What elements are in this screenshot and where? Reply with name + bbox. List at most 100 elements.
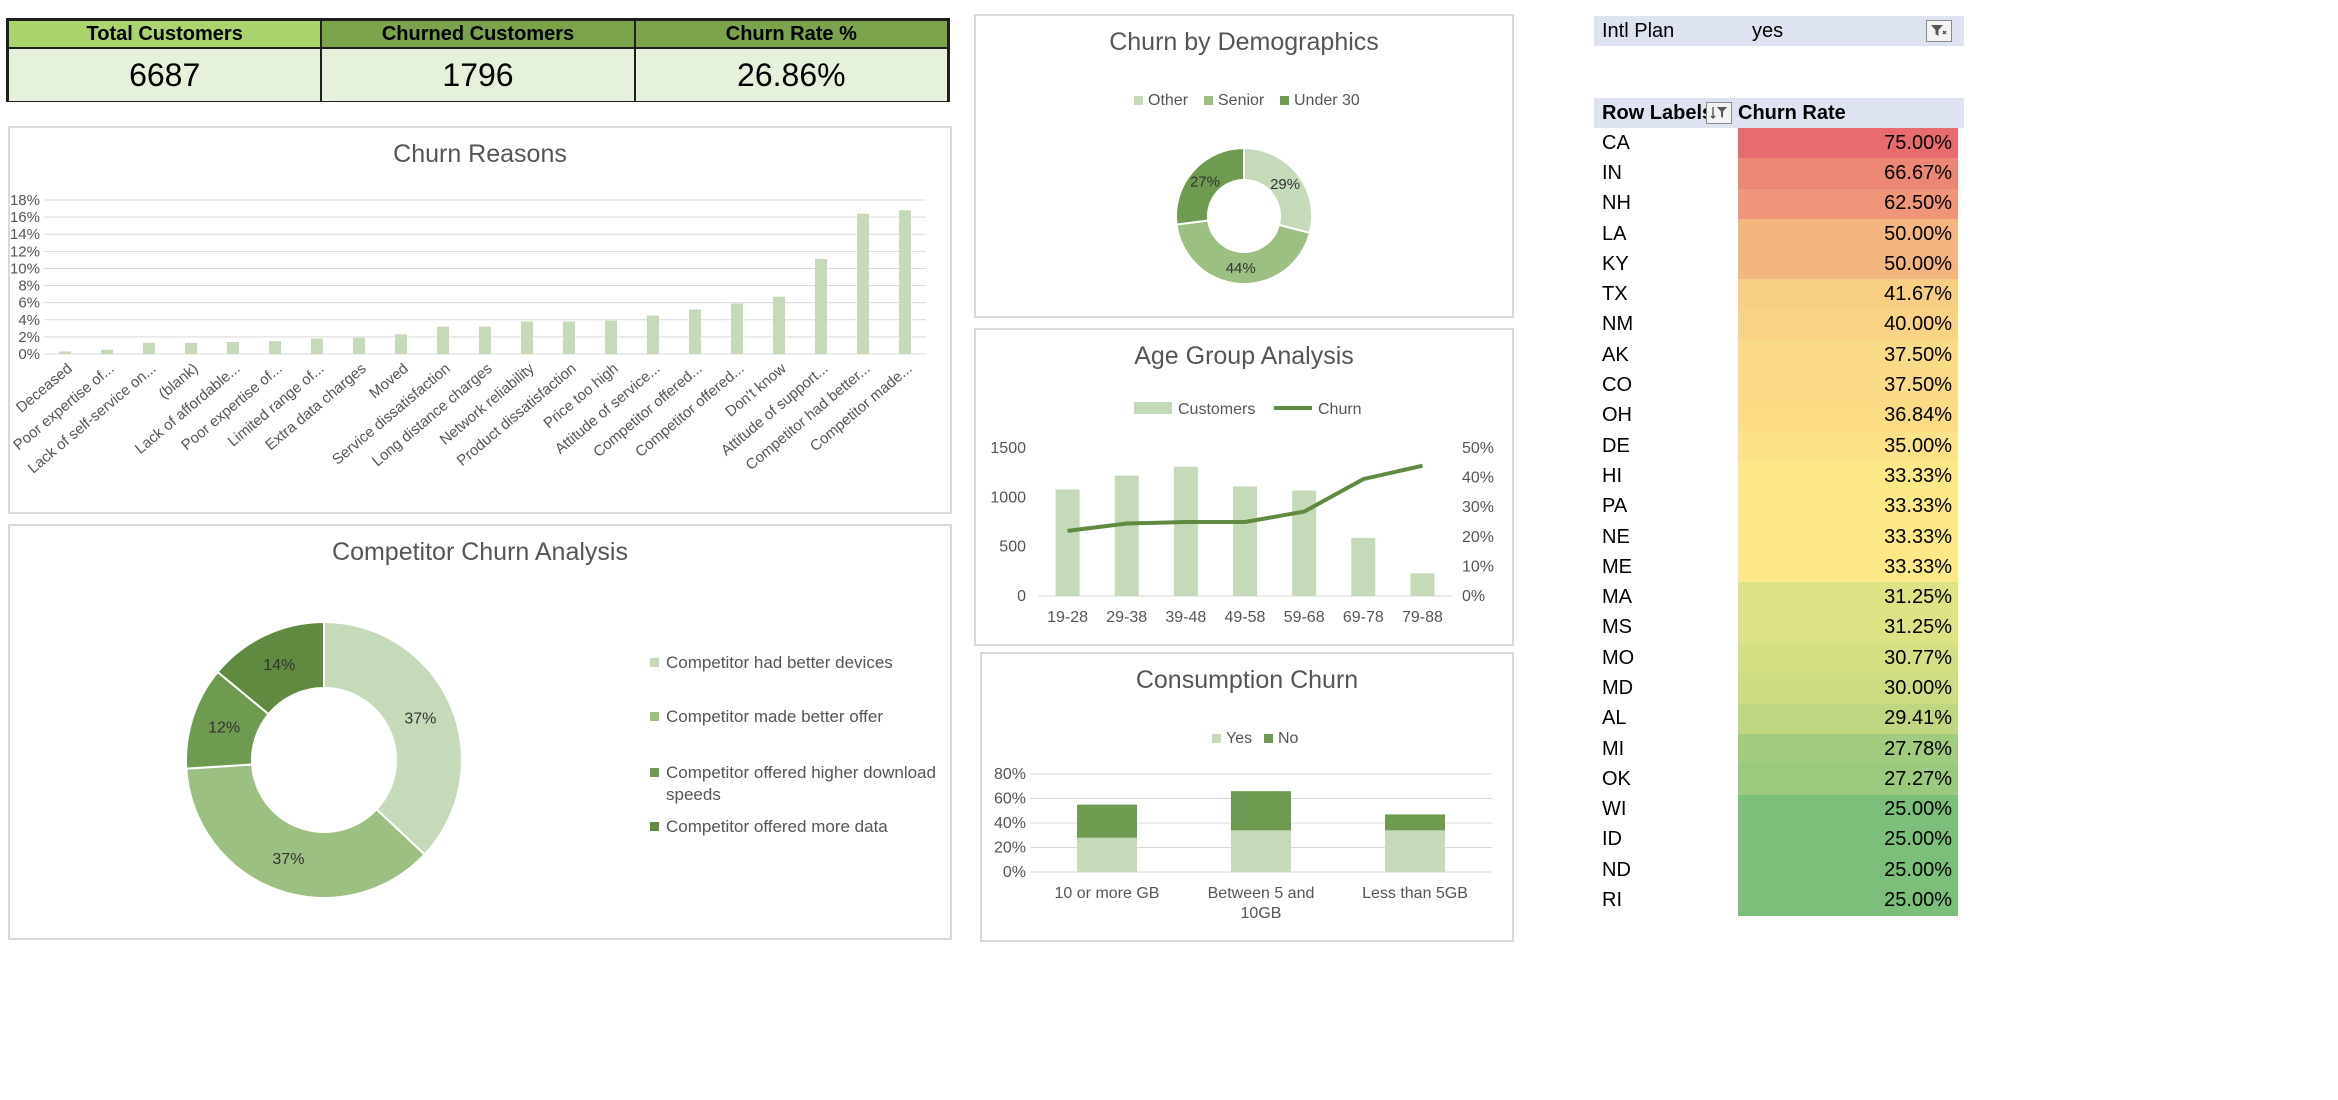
age-group-bars bbox=[1055, 466, 1435, 596]
pivot-row[interactable]: NM 40.00% bbox=[1594, 309, 1964, 341]
pivot-churn-rate-value[interactable]: 33.33% bbox=[1738, 552, 1958, 583]
pivot-row[interactable]: RI 25.00% bbox=[1594, 885, 1964, 916]
pivot-state-label[interactable]: KY bbox=[1594, 249, 1738, 279]
pivot-state-label[interactable]: NM bbox=[1594, 310, 1738, 340]
competitor-churn-chart[interactable]: Competitor Churn Analysis 37% 37% 12% 14% C… bbox=[8, 524, 952, 940]
pivot-row[interactable]: CA 75.00% bbox=[1594, 128, 1964, 159]
pivot-state-label[interactable]: ME bbox=[1594, 552, 1738, 582]
age-customers-bar bbox=[1055, 489, 1080, 596]
pivot-state-label[interactable]: OH bbox=[1594, 401, 1738, 431]
consumption-yes-bar bbox=[1385, 830, 1445, 872]
pivot-row[interactable]: AL 29.41% bbox=[1594, 703, 1964, 734]
sort-filter-icon[interactable] bbox=[1706, 102, 1732, 124]
pivot-row[interactable]: TX 41.67% bbox=[1594, 279, 1964, 310]
pivot-row[interactable]: AK 37.50% bbox=[1594, 340, 1964, 371]
filter-value[interactable]: yes bbox=[1752, 20, 1783, 43]
pivot-churn-rate-value[interactable]: 30.77% bbox=[1738, 643, 1958, 674]
pivot-churn-rate-value[interactable]: 33.33% bbox=[1738, 521, 1958, 553]
churn-rate-header[interactable]: Churn Rate bbox=[1734, 102, 1846, 125]
age-legend-customers-swatch bbox=[1134, 402, 1172, 414]
pivot-row[interactable]: OK 27.27% bbox=[1594, 764, 1964, 795]
pivot-state-label[interactable]: DE bbox=[1594, 431, 1738, 461]
pivot-state-label[interactable]: MA bbox=[1594, 582, 1738, 612]
pivot-state-label[interactable]: AL bbox=[1594, 704, 1738, 734]
pivot-churn-rate-value[interactable]: 62.50% bbox=[1738, 188, 1958, 219]
pivot-row[interactable]: MD 30.00% bbox=[1594, 673, 1964, 704]
kpi-header-total-customers[interactable]: Total Customers bbox=[9, 21, 323, 47]
pivot-row[interactable]: ND 25.00% bbox=[1594, 855, 1964, 886]
pivot-state-label[interactable]: ND bbox=[1594, 855, 1738, 885]
pivot-churn-rate-value[interactable]: 50.00% bbox=[1738, 249, 1958, 280]
intl-plan-filter[interactable]: Intl Plan yes bbox=[1594, 16, 1964, 46]
pivot-churn-rate-value[interactable]: 33.33% bbox=[1738, 491, 1958, 522]
pivot-row[interactable]: IN 66.67% bbox=[1594, 158, 1964, 189]
pivot-state-label[interactable]: ID bbox=[1594, 825, 1738, 855]
pivot-state-label[interactable]: MD bbox=[1594, 673, 1738, 703]
consumption-churn-chart[interactable]: Consumption Churn Yes No 0% 20% 40% 60% 80% 1… bbox=[980, 652, 1514, 942]
pivot-churn-rate-value[interactable]: 30.00% bbox=[1738, 673, 1958, 704]
pivot-churn-rate-value[interactable]: 75.00% bbox=[1738, 128, 1958, 159]
pivot-state-label[interactable]: WI bbox=[1594, 795, 1738, 825]
pivot-row[interactable]: MS 31.25% bbox=[1594, 612, 1964, 644]
pivot-churn-rate-value[interactable]: 37.50% bbox=[1738, 340, 1958, 371]
pivot-churn-rate-value[interactable]: 25.00% bbox=[1738, 855, 1958, 886]
pivot-churn-rate-value[interactable]: 31.25% bbox=[1738, 582, 1958, 613]
pivot-row[interactable]: MA 31.25% bbox=[1594, 582, 1964, 613]
pivot-state-label[interactable]: IN bbox=[1594, 158, 1738, 188]
pivot-row[interactable]: LA 50.00% bbox=[1594, 218, 1964, 250]
kpi-value-churned-customers[interactable]: 1796 bbox=[322, 49, 636, 101]
pivot-state-label[interactable]: CA bbox=[1594, 128, 1738, 158]
pivot-row[interactable]: ID 25.00% bbox=[1594, 824, 1964, 856]
pivot-row[interactable]: DE 35.00% bbox=[1594, 430, 1964, 462]
filter-dropdown-icon[interactable] bbox=[1926, 20, 1952, 42]
pivot-row[interactable]: KY 50.00% bbox=[1594, 249, 1964, 280]
pivot-churn-rate-value[interactable]: 25.00% bbox=[1738, 885, 1958, 916]
churn-by-demographics-chart[interactable]: Churn by Demographics Other Senior Under 3… bbox=[974, 14, 1514, 318]
pivot-state-label[interactable]: MI bbox=[1594, 734, 1738, 764]
churn-reasons-chart[interactable]: Churn Reasons 0% 2% 4% 6% 8% 10% 12% 14% 16% 18% … bbox=[8, 126, 952, 514]
pivot-state-label[interactable]: NE bbox=[1594, 522, 1738, 552]
kpi-value-total-customers[interactable]: 6687 bbox=[9, 49, 323, 101]
pivot-row[interactable]: MI 27.78% bbox=[1594, 733, 1964, 765]
pivot-row[interactable]: OH 36.84% bbox=[1594, 400, 1964, 431]
pivot-row[interactable]: ME 33.33% bbox=[1594, 552, 1964, 583]
pivot-state-label[interactable]: LA bbox=[1594, 219, 1738, 249]
pivot-churn-rate-value[interactable]: 66.67% bbox=[1738, 158, 1958, 189]
pivot-state-label[interactable]: NH bbox=[1594, 189, 1738, 219]
pivot-churn-rate-value[interactable]: 33.33% bbox=[1738, 461, 1958, 492]
kpi-table[interactable]: Total Customers Churned Customers Churn … bbox=[6, 18, 950, 102]
pivot-row[interactable]: NH 62.50% bbox=[1594, 188, 1964, 219]
pivot-churn-rate-value[interactable]: 29.41% bbox=[1738, 703, 1958, 734]
pivot-churn-rate-value[interactable]: 25.00% bbox=[1738, 824, 1958, 856]
pivot-churn-rate-value[interactable]: 37.50% bbox=[1738, 370, 1958, 401]
pivot-churn-rate-value[interactable]: 25.00% bbox=[1738, 794, 1958, 825]
pivot-churn-rate-value[interactable]: 31.25% bbox=[1738, 612, 1958, 644]
kpi-header-churned-customers[interactable]: Churned Customers bbox=[322, 21, 636, 47]
pivot-churn-rate-value[interactable]: 35.00% bbox=[1738, 430, 1958, 462]
pivot-row[interactable]: PA 33.33% bbox=[1594, 491, 1964, 522]
pivot-state-label[interactable]: RI bbox=[1594, 885, 1738, 915]
reasons-bar bbox=[731, 303, 743, 354]
pivot-state-label[interactable]: OK bbox=[1594, 764, 1738, 794]
pivot-state-label[interactable]: MO bbox=[1594, 643, 1738, 673]
pivot-churn-rate-value[interactable]: 40.00% bbox=[1738, 309, 1958, 341]
pivot-state-label[interactable]: TX bbox=[1594, 279, 1738, 309]
pivot-row[interactable]: NE 33.33% bbox=[1594, 521, 1964, 553]
pivot-row[interactable]: CO 37.50% bbox=[1594, 370, 1964, 401]
pivot-row[interactable]: HI 33.33% bbox=[1594, 461, 1964, 492]
pivot-state-label[interactable]: MS bbox=[1594, 613, 1738, 643]
pivot-state-label[interactable]: CO bbox=[1594, 370, 1738, 400]
age-group-analysis-chart[interactable]: Age Group Analysis Customers Churn 0 500 10… bbox=[974, 328, 1514, 646]
pivot-churn-rate-value[interactable]: 27.78% bbox=[1738, 733, 1958, 765]
pivot-state-label[interactable]: PA bbox=[1594, 492, 1738, 522]
pivot-state-label[interactable]: HI bbox=[1594, 461, 1738, 491]
pivot-churn-rate-value[interactable]: 36.84% bbox=[1738, 400, 1958, 431]
pivot-churn-rate-value[interactable]: 50.00% bbox=[1738, 218, 1958, 250]
kpi-header-churn-rate[interactable]: Churn Rate % bbox=[635, 21, 947, 47]
kpi-value-churn-rate[interactable]: 26.86% bbox=[636, 49, 947, 101]
pivot-row[interactable]: WI 25.00% bbox=[1594, 794, 1964, 825]
pivot-churn-rate-value[interactable]: 41.67% bbox=[1738, 279, 1958, 310]
pivot-state-label[interactable]: AK bbox=[1594, 340, 1738, 370]
pivot-row[interactable]: MO 30.77% bbox=[1594, 643, 1964, 674]
pivot-churn-rate-value[interactable]: 27.27% bbox=[1738, 764, 1958, 795]
